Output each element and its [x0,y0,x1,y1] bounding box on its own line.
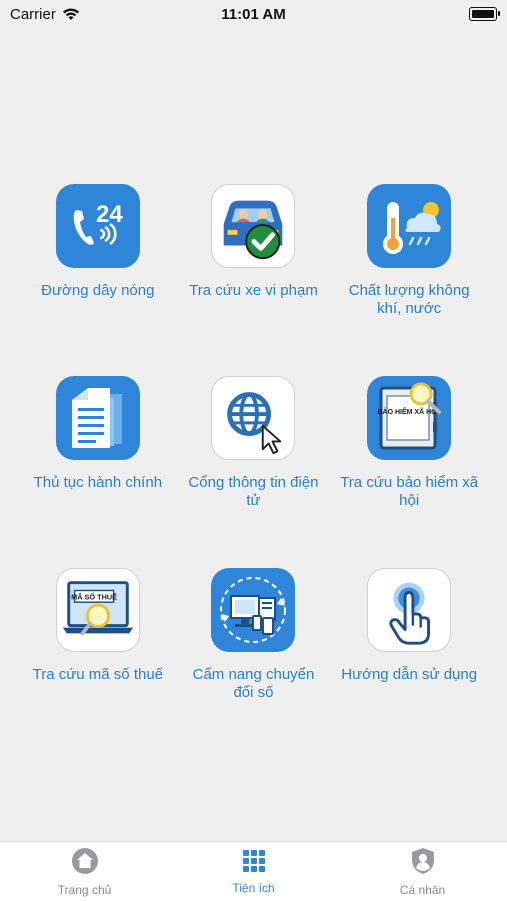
utilities-grid: 24 Đường dây nóng Tra cứu xe vi phạm Chấ… [20,184,487,702]
tile-label: Tra cứu bảo hiểm xã hội [340,474,479,509]
tap-hand-icon [367,568,452,652]
tab-utilities[interactable]: Tiện ích [169,842,338,901]
tab-bar: Trang chủ Tiện ích Cá nhân [0,841,507,901]
social-insurance-icon: BẢO HIỂM XÃ HỘI [367,376,452,460]
globe-cursor-icon [211,376,296,460]
tile-hotline[interactable]: 24 Đường dây nóng [20,184,176,318]
weather-quality-icon [367,184,452,268]
tab-home[interactable]: Trang chủ [0,842,169,901]
tile-label: Cẩm nang chuyển đổi số [192,666,315,701]
tile-digital-transformation[interactable]: Cẩm nang chuyển đổi số [176,568,332,702]
tile-label: Chất lượng không khí, nước [348,282,470,317]
tile-tax-code[interactable]: MÃ SỐ THUẾ Tra cứu mã số thuế [20,568,176,702]
profile-shield-icon [411,847,434,874]
tile-label: Cổng thông tin điện tử [188,474,319,509]
battery-icon [469,7,500,21]
tax-code-icon: MÃ SỐ THUẾ [55,568,140,652]
digital-transform-icon [211,568,296,652]
tile-vehicle-violation[interactable]: Tra cứu xe vi phạm [176,184,332,318]
svg-text:24: 24 [96,201,123,228]
tab-label: Trang chủ [57,882,112,897]
insurance-text: BẢO HIỂM XÃ HỘI [378,407,439,416]
tile-environment-quality[interactable]: Chất lượng không khí, nước [331,184,487,318]
tile-label: Thủ tục hành chính [33,474,163,491]
tile-admin-procedures[interactable]: Thủ tục hành chính [20,376,176,510]
tab-label: Tiện ích [232,880,275,895]
tile-user-guide[interactable]: Hướng dẫn sử dụng [331,568,487,702]
tab-label: Cá nhân [399,882,446,897]
hotline-24-icon: 24 [55,184,140,268]
documents-icon [55,376,140,460]
home-icon [71,847,98,874]
tile-social-insurance[interactable]: BẢO HIỂM XÃ HỘI Tra cứu bảo hiểm xã hội [331,376,487,510]
status-time: 11:01 AM [221,5,286,23]
tax-code-text: MÃ SỐ THUẾ [71,591,117,601]
status-bar: Carrier 11:01 AM [0,0,507,28]
tile-label: Tra cứu xe vi phạm [189,282,318,299]
tile-label: Đường dây nóng [41,282,155,299]
tile-label: Tra cứu mã số thuế [32,666,164,683]
tile-e-portal[interactable]: Cổng thông tin điện tử [176,376,332,510]
grid-icon [242,849,265,872]
tab-profile[interactable]: Cá nhân [338,842,507,901]
vehicle-violation-icon [211,184,296,268]
tile-label: Hướng dẫn sử dụng [341,666,478,683]
